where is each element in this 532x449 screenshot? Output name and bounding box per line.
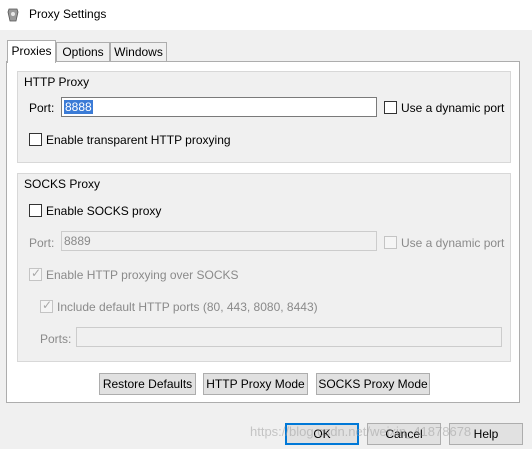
enable-socks-label: Enable SOCKS proxy — [46, 204, 162, 218]
socks-port-input[interactable]: 8889 — [61, 231, 377, 251]
checkmark-icon: ✓ — [31, 266, 42, 280]
http-port-label: Port: — [29, 101, 55, 115]
restore-defaults-button[interactable]: Restore Defaults — [99, 373, 196, 395]
transparent-proxying-checkbox[interactable] — [29, 133, 42, 146]
ok-button[interactable]: OK — [285, 423, 359, 445]
socks-proxy-group-title: SOCKS Proxy — [24, 177, 101, 191]
title-bar: Proxy Settings — [0, 0, 532, 30]
socks-ports-label: Ports: — [40, 332, 72, 346]
window-title: Proxy Settings — [29, 7, 107, 21]
http-proxy-mode-button[interactable]: HTTP Proxy Mode — [203, 373, 308, 395]
transparent-proxying-label: Enable transparent HTTP proxying — [46, 133, 231, 147]
socks-proxy-group: SOCKS Proxy Enable SOCKS proxy Port: 888… — [17, 173, 511, 362]
socks-ports-input[interactable] — [76, 327, 502, 347]
socks-port-label: Port: — [29, 236, 55, 250]
socks-dynamic-port-label: Use a dynamic port — [401, 236, 505, 250]
http-dynamic-port-label: Use a dynamic port — [401, 101, 505, 115]
enable-socks-checkbox[interactable] — [29, 204, 42, 217]
help-button[interactable]: Help — [449, 423, 523, 445]
http-over-socks-checkbox[interactable]: ✓ — [29, 266, 42, 281]
app-gear-icon — [7, 8, 19, 22]
socks-proxy-mode-button[interactable]: SOCKS Proxy Mode — [316, 373, 430, 395]
checkmark-icon: ✓ — [42, 298, 53, 312]
http-port-input[interactable]: 8888 — [61, 97, 377, 117]
http-port-value: 8888 — [64, 100, 93, 114]
cancel-button[interactable]: Cancel — [367, 423, 441, 445]
tab-options[interactable]: Options — [56, 42, 110, 61]
tab-proxies[interactable]: Proxies — [7, 40, 56, 63]
http-dynamic-port-checkbox[interactable] — [384, 101, 397, 114]
http-proxy-group: HTTP Proxy Port: 8888 Use a dynamic port… — [17, 71, 511, 163]
include-default-ports-label: Include default HTTP ports (80, 443, 808… — [57, 300, 318, 314]
socks-dynamic-port-checkbox[interactable] — [384, 236, 397, 249]
tab-panel-proxies: HTTP Proxy Port: 8888 Use a dynamic port… — [6, 61, 520, 403]
tab-windows[interactable]: Windows — [110, 42, 167, 61]
include-default-ports-checkbox[interactable]: ✓ — [40, 298, 53, 313]
http-proxy-group-title: HTTP Proxy — [24, 75, 90, 89]
http-over-socks-label: Enable HTTP proxying over SOCKS — [46, 268, 239, 282]
